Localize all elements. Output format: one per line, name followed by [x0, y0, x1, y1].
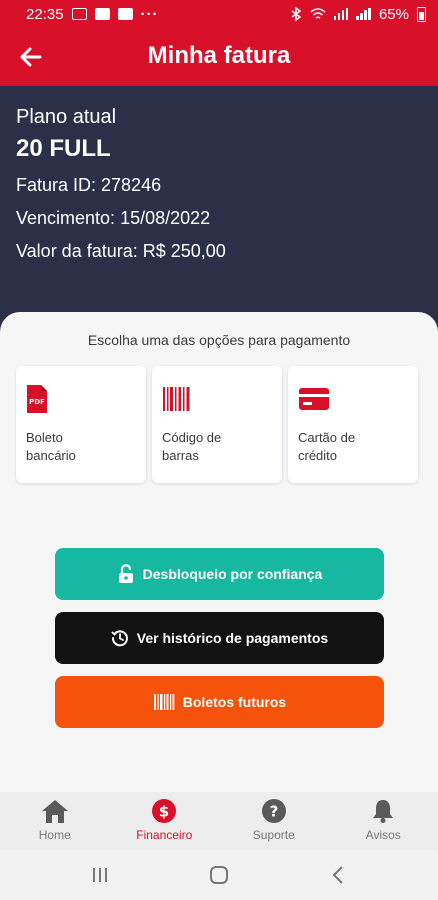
youtube-notification-icon-2	[117, 8, 133, 20]
plan-label: Plano atual	[16, 106, 117, 128]
future-slips-button[interactable]: Boletos futuros	[55, 676, 384, 728]
status-right: 65%	[290, 6, 426, 23]
due-date: Vencimento: 15/08/2022	[16, 208, 211, 228]
dollar-icon: $	[152, 799, 177, 823]
payment-history-button[interactable]: Ver histórico de pagamentos	[55, 612, 384, 664]
svg-text:?: ?	[269, 803, 278, 821]
nav-label: Avisos	[365, 828, 401, 842]
unlock-icon	[118, 564, 133, 583]
option-cartao-de-credito[interactable]: Cartão de crédito	[288, 366, 418, 483]
payment-options-heading: Escolha uma das opções para pagamento	[87, 332, 351, 348]
signal-icon	[333, 8, 349, 20]
help-icon: ?	[261, 799, 286, 823]
signal-icon-2	[356, 8, 371, 20]
barcode-icon	[153, 694, 175, 710]
option-label: Cartão de crédito	[298, 430, 356, 463]
page-title: Minha fatura	[147, 42, 291, 69]
payment-history-label: Ver histórico de pagamentos	[136, 630, 329, 646]
home-icon	[41, 800, 68, 823]
nav-label: Home	[38, 828, 71, 842]
status-time: 22:35	[26, 5, 64, 23]
status-bar: 22:35 ··· 65%	[0, 0, 438, 28]
credit-card-icon	[299, 388, 329, 410]
plan-name: 20 FULL	[16, 135, 111, 162]
nav-financeiro[interactable]: $ Financeiro	[110, 792, 220, 850]
history-icon	[111, 630, 128, 647]
barcode-icon	[163, 387, 190, 411]
more-notifications-icon: ···	[140, 5, 159, 23]
pdf-icon: PDF	[27, 385, 47, 413]
bottom-nav: Home $ Financeiro ? Suporte Avisos	[0, 792, 438, 850]
back-system-button[interactable]	[318, 860, 358, 890]
recent-apps-button[interactable]	[80, 860, 120, 890]
status-left: 22:35 ···	[26, 6, 159, 23]
future-slips-label: Boletos futuros	[182, 694, 287, 710]
bell-icon	[373, 800, 394, 823]
svg-text:PDF: PDF	[29, 398, 45, 406]
invoice-amount: Valor da fatura: R$ 250,00	[16, 241, 226, 261]
nav-label: Suporte	[252, 828, 295, 842]
option-boleto-bancario[interactable]: PDF Boleto bancário	[16, 366, 146, 483]
option-label: Código de barras	[162, 430, 222, 463]
nav-label: Financeiro	[136, 828, 193, 842]
battery-icon	[417, 6, 426, 22]
battery-percent: 65%	[378, 5, 409, 23]
trust-unlock-label: Desbloqueio por confiança	[142, 566, 323, 582]
trust-unlock-button[interactable]: Desbloqueio por confiança	[55, 548, 384, 600]
plan-info-panel: Plano atual 20 FULL Fatura ID: 278246 Ve…	[0, 86, 438, 346]
home-square-icon	[209, 866, 228, 884]
wifi-icon	[310, 7, 326, 19]
home-system-button[interactable]	[199, 860, 239, 890]
recent-apps-icon	[92, 868, 107, 882]
system-nav-bar	[0, 850, 438, 900]
invoice-id: Fatura ID: 278246	[16, 175, 162, 195]
youtube-notification-icon	[94, 8, 110, 20]
svg-text:$: $	[159, 803, 169, 821]
gallery-notification-icon	[71, 8, 87, 20]
nav-home[interactable]: Home	[0, 792, 110, 850]
option-codigo-de-barras[interactable]: Código de barras	[152, 366, 282, 483]
nav-avisos[interactable]: Avisos	[329, 792, 438, 850]
option-label: Boleto bancário	[26, 430, 76, 463]
app-bar: Minha fatura	[0, 28, 438, 86]
nav-suporte[interactable]: ? Suporte	[219, 792, 329, 850]
bluetooth-icon	[291, 7, 302, 21]
chevron-left-icon	[332, 866, 344, 884]
payment-sheet: Escolha uma das opções para pagamento PD…	[0, 312, 438, 792]
